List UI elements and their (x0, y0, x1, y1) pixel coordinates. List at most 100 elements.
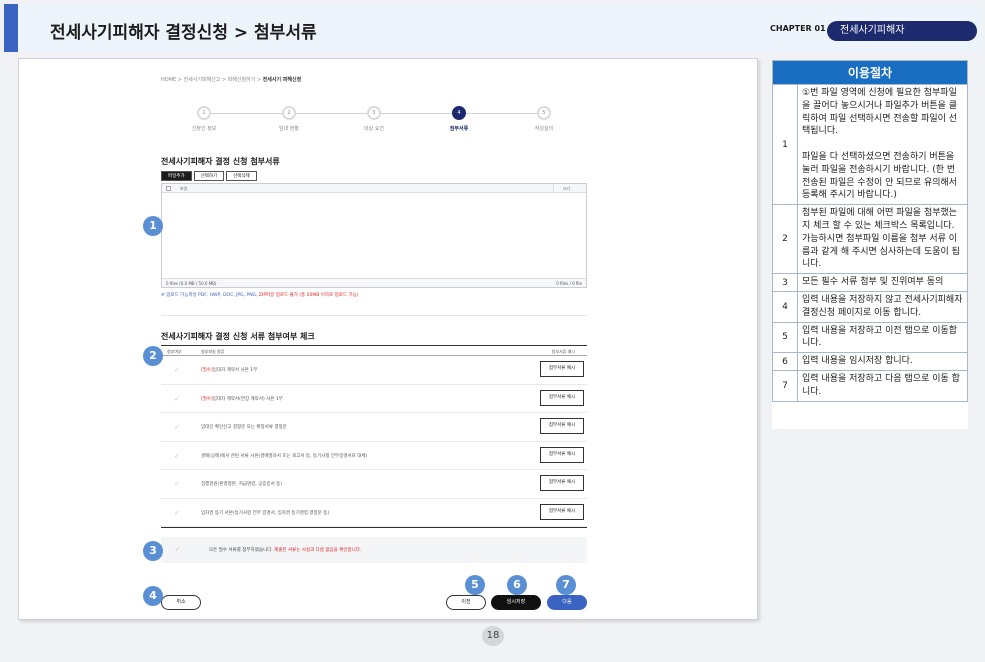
procedure-row: 5 입력 내용을 저장하고 이전 탭으로 이동합니다. (772, 322, 968, 354)
doc-type-text: 집행권원(판결정본, 지급명령, 공증증서 등) (201, 481, 282, 487)
agreement-box: ✓ 모든 필수 서류를 첨부하였습니다. 제출된 서류는 사실과 다름 없음을 … (161, 537, 587, 563)
screenshot-panel: HOME > 전세사기피해신고 > 피해신청하기 > 전세사기 피해신청 1 신… (18, 58, 758, 620)
procedure-paragraph: 가능하시면 첨부파일 이름을 첨부 서류 이름과 같게 해 주시면 심사하는데 … (802, 233, 960, 270)
step-label: 신청인 정보 (191, 126, 217, 132)
file-dropzone[interactable]: 파일 크기 0 files (0.0 MB / 50.0 MB) 0 files… (161, 183, 587, 288)
agree-check-icon[interactable]: ✓ (175, 545, 181, 553)
procedure-paragraph: ①번 파일 영역에 신청에 필요한 첨부파일을 끌어다 놓으시거나 파일추가 버… (802, 88, 958, 137)
step-dot: 3 (367, 106, 381, 120)
file-column-header: 파일 (180, 186, 188, 191)
procedure-description: 모든 필수 서류 첨부 및 진위여부 동의 (798, 274, 967, 291)
check-icon[interactable]: ✓ (174, 423, 180, 431)
breadcrumb: HOME > 전세사기피해신고 > 피해신청하기 > 전세사기 피해신청 (161, 76, 301, 83)
procedure-paragraph: 입력 내용을 저장하고 다음 탭으로 이동 합니다. (802, 373, 960, 397)
sample-button[interactable]: 첨부서류 예시 (540, 389, 584, 406)
procedure-description: 입력 내용을 저장하고 이전 탭으로 이동합니다. (798, 323, 967, 353)
doc-type-text: 임차권 등기 서본(등기사항 전부 증명서, 임차권 등기명령 결정문 등) (201, 510, 329, 516)
check-icon[interactable]: ✓ (174, 480, 180, 488)
procedure-paragraph: 파일을 다 선택하셨으면 전송하기 버튼을 눌러 파일을 전송하시기 바랍니다.… (802, 151, 958, 201)
column-separator (553, 184, 554, 193)
page-number: 18 (482, 626, 504, 646)
progress-stepper: 1 신청인 정보 2 임대 현황 3 대상 요건 4 첨부서류 5 작성실의 (159, 105, 599, 145)
doc-type-name: 집행권원(판결정본, 지급명령, 공증증서 등) (201, 482, 283, 487)
doc-type-text: [필수]임대차 계약서(연장 계약서) 사본 1부 (201, 396, 283, 402)
step-dot: 4 (452, 106, 466, 120)
table-row: ✓ 집행권원(판결정본, 지급명령, 공증증서 등) 첨부서류 예시 (161, 470, 587, 499)
cancel-button[interactable]: 취소 (161, 595, 201, 610)
step-label: 대상 요건 (364, 126, 384, 132)
check-icon[interactable]: ✓ (174, 395, 180, 403)
callout-badge-6: 6 (507, 575, 527, 595)
table-row: ✓ 임차권 등기 서본(등기사항 전부 증명서, 임차권 등기명령 결정문 등)… (161, 499, 587, 527)
prev-button[interactable]: 이전 (446, 595, 486, 610)
page-title: 전세사기피해자 결정신청 > 첨부서류 (50, 23, 317, 43)
agreement-warning: 제출된 서류는 사실과 다름 없음을 확인합니다. (274, 548, 362, 553)
breadcrumb-path: HOME > 전세사기피해신고 > 피해신청하기 > (161, 77, 263, 83)
file-action-tabs: 파일추가 선택하기 선택삭제 (161, 171, 259, 181)
table-row: ✓ [필수]임대차 계약서(연장 계약서) 사본 1부 첨부서류 예시 (161, 385, 587, 413)
next-button[interactable]: 다음 (547, 595, 587, 610)
upload-notice-warning: ZIP파일 업로드 불가 (총 50MB 이하로 업로드 가능) (258, 293, 359, 298)
procedure-number: 3 (773, 274, 798, 291)
sample-button[interactable]: 첨부서류 예시 (540, 418, 584, 434)
check-table-header: 첨부여부 첨부파일 종류 첨부서류 예시 (161, 345, 587, 356)
step-4: 4 첨부서류 (414, 105, 504, 132)
procedure-description: 입력 내용을 임시저장 합니다. (798, 353, 967, 370)
doc-type-text: 임대인 확인신고 결정문 또는 확정서류 결정문 (201, 424, 287, 430)
file-count-status: 0 files / 0 file (556, 281, 582, 286)
step-1: 1 신청인 정보 (159, 105, 249, 132)
upload-notice: ※ 업로드 가능파일 PDF, HWP, DOC, JPG, PNG, ZIP파… (161, 292, 359, 298)
size-column-header: 크기 (562, 186, 570, 191)
header-accent-bar (4, 4, 18, 52)
doc-type-name: 경매(공매)에서 관련 서류 사본(경매절차서 또는 회고서 등, 등기사항 전… (201, 453, 368, 459)
page-header: 전세사기피해자 결정신청 > 첨부서류 CHAPTER 01 전세사기피해자 (4, 4, 981, 52)
callout-badge-7: 7 (556, 575, 576, 595)
step-5: 5 작성실의 (499, 105, 589, 132)
doc-type-text: [필수]임대차 계약서 사본 1부 (201, 367, 257, 373)
delete-file-button[interactable]: 선택삭제 (226, 171, 257, 181)
procedure-description: 입력 내용을 저장하고 다음 탭으로 이동 합니다. (798, 371, 967, 401)
sample-button[interactable]: 첨부서류 예시 (540, 503, 584, 520)
attachment-check-table: 첨부여부 첨부파일 종류 첨부서류 예시 ✓ [필수]임대차 계약서 사본 1부… (161, 345, 587, 527)
table-row: ✓ 임대인 확인신고 결정문 또는 확정서류 결정문 첨부서류 예시 (161, 413, 587, 442)
sample-button[interactable]: 첨부서류 예시 (540, 361, 584, 377)
procedure-number: 4 (773, 291, 798, 322)
section-divider (161, 315, 587, 316)
procedure-title: 이용절차 (772, 60, 968, 85)
doc-type-name: 임대차 계약서 사본 1부 (212, 368, 258, 373)
required-tag: [필수] (201, 396, 213, 402)
procedure-description: ①번 파일 영역에 신청에 필요한 첨부파일을 끌어다 놓으시거나 파일추가 버… (798, 85, 967, 204)
procedure-paragraph: 첨부된 파일에 대해 어떤 파일을 첨부했는지 체크 할 수 있는 체크박스 목… (802, 208, 958, 231)
sample-button[interactable]: 첨부서류 예시 (540, 446, 584, 463)
callout-badge-5: 5 (465, 575, 485, 595)
step-label: 작성실의 (534, 126, 554, 132)
procedure-paragraph: 입력 내용을 저장하지 않고 전세사기피해자 결정신청 페이지로 이동 합니다. (802, 294, 963, 318)
step-dot: 1 (197, 106, 211, 120)
attach-section-title: 전세사기피해자 결정 신청 첨부서류 (161, 157, 280, 166)
add-file-button[interactable]: 파일추가 (161, 171, 192, 181)
procedure-row: 3 모든 필수 서류 첨부 및 진위여부 동의 (772, 274, 968, 292)
table-row: ✓ [필수]임대차 계약서 사본 1부 첨부서류 예시 (161, 356, 587, 385)
procedure-number: 6 (773, 353, 798, 370)
check-icon[interactable]: ✓ (174, 509, 180, 517)
select-file-button[interactable]: 선택하기 (193, 171, 225, 181)
step-label: 첨부서류 (449, 126, 469, 132)
callout-badge-4: 4 (143, 586, 163, 606)
procedure-row: 2 첨부된 파일에 대해 어떤 파일을 첨부했는지 체크 할 수 있는 체크박스… (772, 205, 968, 275)
step-dot: 2 (282, 106, 296, 120)
doc-type-name: 임대차 계약서(연장 계약서) 사본 1부 (212, 396, 283, 402)
check-icon[interactable]: ✓ (174, 366, 180, 374)
procedure-number: 2 (773, 205, 798, 274)
chapter-label: CHAPTER 01 (770, 24, 826, 33)
procedure-row: 4 입력 내용을 저장하지 않고 전세사기피해자 결정신청 페이지로 이동 합니… (772, 291, 968, 323)
sample-button[interactable]: 첨부서류 예시 (540, 475, 584, 491)
procedure-number: 7 (773, 370, 798, 401)
temp-save-button[interactable]: 임시저장 (491, 595, 541, 610)
procedure-row: 1 ①번 파일 영역에 신청에 필요한 첨부파일을 끌어다 놓으시거나 파일추가… (772, 85, 968, 206)
breadcrumb-current: 전세사기 피해신청 (262, 77, 302, 83)
check-icon[interactable]: ✓ (174, 452, 180, 460)
select-all-checkbox[interactable] (166, 186, 171, 191)
procedure-row: 7 입력 내용을 저장하고 다음 탭으로 이동 합니다. (772, 370, 968, 402)
procedure-paragraph: 입력 내용을 저장하고 이전 탭으로 이동합니다. (802, 325, 958, 349)
type-column-header: 첨부파일 종류 (201, 349, 225, 354)
